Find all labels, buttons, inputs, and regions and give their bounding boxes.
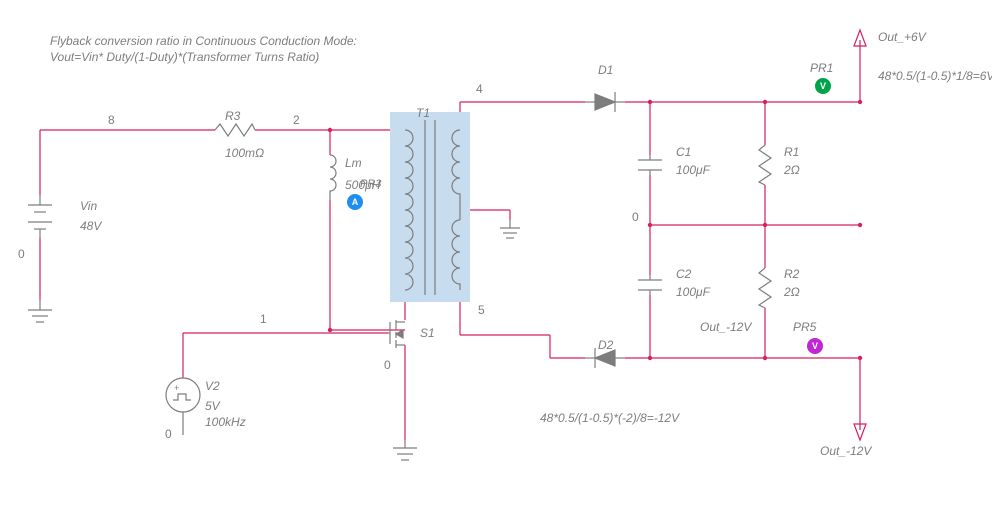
title-line2: Vout=Vin* Duty/(1-Duty)*(Transformer Tur… [50, 49, 319, 65]
t1-name: T1 [416, 105, 430, 121]
node-5: 5 [478, 303, 485, 317]
lm-name: Lm [345, 155, 362, 171]
component-c2 [638, 275, 662, 295]
component-d1 [585, 92, 625, 112]
component-s1 [388, 320, 405, 348]
voltage-probe-icon: V [815, 78, 831, 94]
component-c1 [638, 155, 662, 175]
component-lm [330, 155, 336, 200]
pr3-name: PR3 [360, 177, 381, 192]
ground-icon [500, 220, 520, 238]
pr1-name: PR1 [810, 60, 833, 76]
voltage-probe-icon: V [807, 338, 823, 354]
junction [858, 223, 862, 227]
node-0: 0 [632, 210, 639, 224]
node-0: 0 [384, 358, 391, 372]
junction [648, 223, 652, 227]
v2-name: V2 [205, 378, 220, 394]
node-2: 2 [293, 113, 300, 127]
node-8: 8 [108, 113, 115, 127]
svg-text:+: + [174, 383, 179, 393]
node-0: 0 [18, 247, 25, 261]
junction [763, 100, 767, 104]
r3-value: 100mΩ [225, 145, 264, 161]
equation-bot: 48*0.5/(1-0.5)*(-2)/8=-12V [540, 410, 679, 426]
s1-name: S1 [420, 325, 435, 341]
v2-value: 5V [205, 398, 220, 414]
r1-name: R1 [784, 144, 799, 160]
component-r1 [759, 145, 771, 185]
d1-name: D1 [598, 62, 613, 78]
c2-name: C2 [676, 266, 691, 282]
out-top-label: Out_+6V [878, 29, 926, 45]
pr5-name: PR5 [793, 319, 816, 335]
node-1: 1 [260, 312, 267, 326]
r2-value: 2Ω [784, 284, 800, 300]
component-vin [28, 195, 52, 238]
r1-value: 2Ω [784, 162, 800, 178]
schematic-canvas: + [0, 0, 992, 510]
junction [858, 100, 862, 104]
ground-icon [28, 300, 52, 322]
node-4: 4 [476, 82, 483, 96]
node-0: 0 [165, 427, 172, 441]
out-bot-label: Out_-12V [820, 443, 871, 459]
v2-freq: 100kHz [205, 414, 246, 430]
component-r3 [215, 124, 255, 136]
junction [763, 223, 767, 227]
title-line1: Flyback conversion ratio in Continuous C… [50, 33, 357, 49]
out-mid-label: Out_-12V [700, 319, 751, 335]
equation-top: 48*0.5/(1-0.5)*1/8=6V [878, 68, 992, 84]
vin-name: Vin [80, 198, 97, 214]
junction [648, 100, 652, 104]
r3-name: R3 [225, 108, 240, 124]
junction [328, 128, 332, 132]
current-probe-icon: A [347, 194, 363, 210]
junction [648, 356, 652, 360]
component-r2 [759, 268, 771, 308]
c2-value: 100μF [676, 284, 710, 300]
c1-value: 100μF [676, 162, 710, 178]
junction [763, 356, 767, 360]
component-t1 [390, 112, 470, 302]
c1-name: C1 [676, 144, 691, 160]
ground-icon [393, 440, 417, 460]
d2-name: D2 [598, 337, 613, 353]
junction [328, 328, 332, 332]
junction [858, 356, 862, 360]
r2-name: R2 [784, 266, 799, 282]
vin-value: 48V [80, 218, 101, 234]
